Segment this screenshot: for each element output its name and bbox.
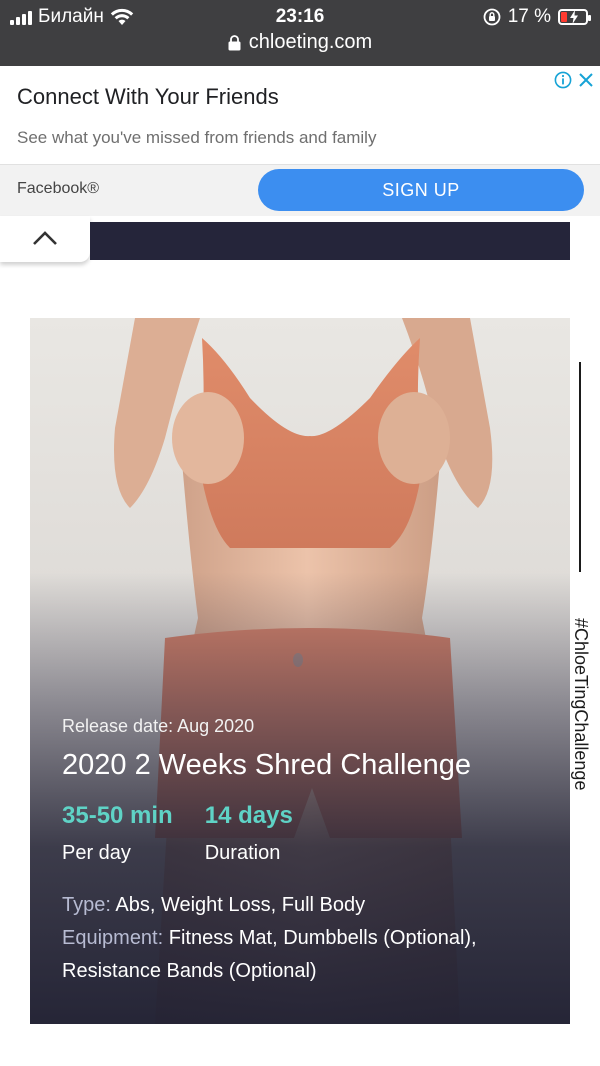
challenge-stats: 35-50 min Per day 14 days Duration — [62, 802, 552, 865]
close-icon[interactable] — [577, 71, 595, 89]
ad-footer: Facebook® SIGN UP — [0, 164, 600, 216]
challenge-meta: Type: Abs, Weight Loss, Full Body Equipm… — [62, 889, 552, 988]
battery-percent: 17 % — [507, 6, 551, 27]
stat-label: Per day — [62, 842, 131, 864]
rotation-lock-icon — [483, 8, 501, 26]
url-text: chloeting.com — [248, 31, 373, 53]
header-strip — [90, 222, 570, 260]
hashtag-text: #ChloeTingChallenge — [571, 618, 591, 791]
challenge-card[interactable]: Release date: Aug 2020 2020 2 Weeks Shre… — [30, 318, 570, 1024]
status-right: 17 % — [483, 6, 591, 28]
ad-banner[interactable]: Connect With Your Friends See what you'v… — [0, 66, 600, 216]
sign-up-button[interactable]: SIGN UP — [258, 169, 584, 211]
info-icon[interactable] — [554, 71, 572, 89]
stat-per-day: 35-50 min Per day — [62, 802, 173, 865]
stat-value: 35-50 min — [62, 802, 173, 829]
ad-title[interactable]: Connect With Your Friends — [17, 84, 279, 110]
challenge-title[interactable]: 2020 2 Weeks Shred Challenge — [62, 749, 552, 782]
stat-value: 14 days — [204, 802, 293, 829]
collapse-ad-button[interactable] — [0, 216, 90, 262]
side-divider — [579, 362, 581, 572]
ad-brand: Facebook® — [17, 180, 100, 197]
status-bar: Билайн 23:16 17 % chloeting.com — [0, 0, 600, 66]
type-row: Type: Abs, Weight Loss, Full Body — [62, 889, 552, 922]
type-key: Type: — [62, 894, 111, 916]
battery-charging-icon — [558, 9, 591, 25]
equipment-key: Equipment: — [62, 927, 164, 949]
ad-subtitle: See what you've missed from friends and … — [17, 128, 377, 147]
chevron-up-icon — [33, 231, 57, 245]
side-hashtag: #ChloeTingChallenge — [570, 618, 591, 808]
padlock-icon — [228, 34, 241, 50]
address-bar[interactable]: chloeting.com — [0, 31, 600, 54]
release-date: Release date: Aug 2020 — [62, 716, 255, 736]
equipment-row: Equipment: Fitness Mat, Dumbbells (Optio… — [62, 922, 552, 988]
challenge-info: Release date: Aug 2020 2020 2 Weeks Shre… — [62, 716, 552, 988]
stat-duration: 14 days Duration — [205, 802, 293, 865]
type-value: Abs, Weight Loss, Full Body — [115, 894, 366, 916]
stat-label: Duration — [204, 842, 281, 864]
